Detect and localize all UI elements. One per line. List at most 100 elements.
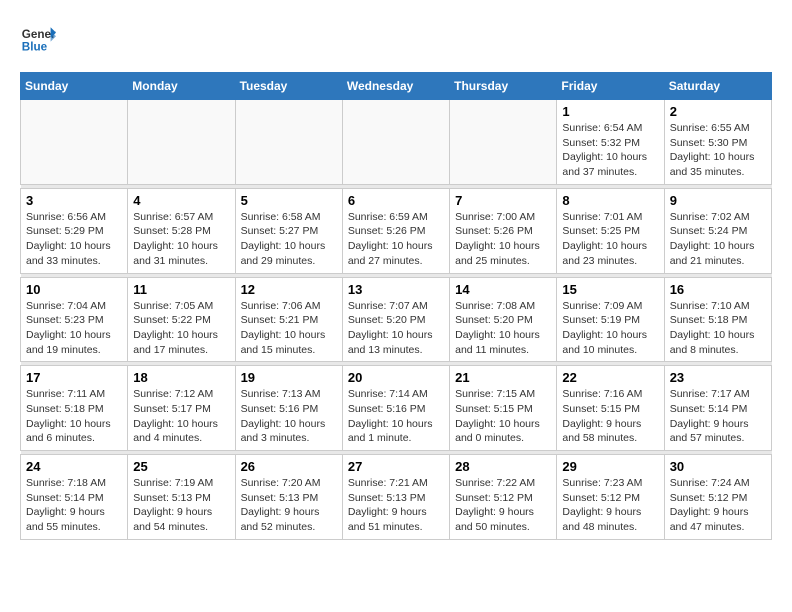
day-info: Sunrise: 7:12 AM Sunset: 5:17 PM Dayligh… <box>133 387 229 446</box>
table-row: 24 Sunrise: 7:18 AM Sunset: 5:14 PM Dayli… <box>21 455 128 540</box>
table-row: 12 Sunrise: 7:06 AM Sunset: 5:21 PM Dayli… <box>235 277 342 362</box>
svg-text:Blue: Blue <box>22 41 48 54</box>
day-number: 12 <box>241 282 337 297</box>
table-row <box>450 100 557 185</box>
calendar-header-row: SundayMondayTuesdayWednesdayThursdayFrid… <box>21 73 772 100</box>
day-info: Sunrise: 7:20 AM Sunset: 5:13 PM Dayligh… <box>241 476 337 535</box>
table-row: 19 Sunrise: 7:13 AM Sunset: 5:16 PM Dayli… <box>235 366 342 451</box>
day-info: Sunrise: 7:24 AM Sunset: 5:12 PM Dayligh… <box>670 476 766 535</box>
table-row <box>342 100 449 185</box>
day-info: Sunrise: 7:16 AM Sunset: 5:15 PM Dayligh… <box>562 387 658 446</box>
day-number: 4 <box>133 193 229 208</box>
table-row: 4 Sunrise: 6:57 AM Sunset: 5:28 PM Daylig… <box>128 188 235 273</box>
day-number: 7 <box>455 193 551 208</box>
calendar-header-thursday: Thursday <box>450 73 557 100</box>
day-number: 13 <box>348 282 444 297</box>
day-info: Sunrise: 7:14 AM Sunset: 5:16 PM Dayligh… <box>348 387 444 446</box>
table-row: 3Sunrise: 6:56 AM Sunset: 5:29 PM Daylig… <box>21 188 128 273</box>
day-number: 27 <box>348 459 444 474</box>
day-number: 24 <box>26 459 122 474</box>
day-number: 25 <box>133 459 229 474</box>
logo: General Blue <box>20 20 56 56</box>
day-info: Sunrise: 6:59 AM Sunset: 5:26 PM Dayligh… <box>348 210 444 269</box>
day-number: 15 <box>562 282 658 297</box>
table-row: 7 Sunrise: 7:00 AM Sunset: 5:26 PM Daylig… <box>450 188 557 273</box>
day-info: Sunrise: 7:17 AM Sunset: 5:14 PM Dayligh… <box>670 387 766 446</box>
day-number: 23 <box>670 370 766 385</box>
day-number: 28 <box>455 459 551 474</box>
day-info: Sunrise: 7:15 AM Sunset: 5:15 PM Dayligh… <box>455 387 551 446</box>
table-row: 11 Sunrise: 7:05 AM Sunset: 5:22 PM Dayli… <box>128 277 235 362</box>
table-row: 23 Sunrise: 7:17 AM Sunset: 5:14 PM Dayli… <box>664 366 771 451</box>
calendar-header-sunday: Sunday <box>21 73 128 100</box>
day-info: Sunrise: 7:04 AM Sunset: 5:23 PM Dayligh… <box>26 299 122 358</box>
day-number: 3 <box>26 193 122 208</box>
day-number: 22 <box>562 370 658 385</box>
day-info: Sunrise: 7:05 AM Sunset: 5:22 PM Dayligh… <box>133 299 229 358</box>
day-info: Sunrise: 7:02 AM Sunset: 5:24 PM Dayligh… <box>670 210 766 269</box>
table-row: 28 Sunrise: 7:22 AM Sunset: 5:12 PM Dayli… <box>450 455 557 540</box>
day-info: Sunrise: 7:19 AM Sunset: 5:13 PM Dayligh… <box>133 476 229 535</box>
page-header: General Blue <box>20 20 772 56</box>
day-info: Sunrise: 7:11 AM Sunset: 5:18 PM Dayligh… <box>26 387 122 446</box>
table-row: 26Sunrise: 7:20 AM Sunset: 5:13 PM Dayli… <box>235 455 342 540</box>
calendar-week-row: 3Sunrise: 6:56 AM Sunset: 5:29 PM Daylig… <box>21 188 772 273</box>
calendar-header-wednesday: Wednesday <box>342 73 449 100</box>
day-info: Sunrise: 7:23 AM Sunset: 5:12 PM Dayligh… <box>562 476 658 535</box>
table-row: 29 Sunrise: 7:23 AM Sunset: 5:12 PM Dayli… <box>557 455 664 540</box>
calendar-week-row: 10 Sunrise: 7:04 AM Sunset: 5:23 PM Dayli… <box>21 277 772 362</box>
calendar-week-row: 1 Sunrise: 6:54 AM Sunset: 5:32 PM Daylig… <box>21 100 772 185</box>
day-info: Sunrise: 7:07 AM Sunset: 5:20 PM Dayligh… <box>348 299 444 358</box>
day-number: 29 <box>562 459 658 474</box>
table-row: 1 Sunrise: 6:54 AM Sunset: 5:32 PM Daylig… <box>557 100 664 185</box>
day-info: Sunrise: 6:55 AM Sunset: 5:30 PM Dayligh… <box>670 121 766 180</box>
day-info: Sunrise: 6:54 AM Sunset: 5:32 PM Dayligh… <box>562 121 658 180</box>
table-row <box>128 100 235 185</box>
day-info: Sunrise: 7:01 AM Sunset: 5:25 PM Dayligh… <box>562 210 658 269</box>
day-number: 16 <box>670 282 766 297</box>
table-row: 14 Sunrise: 7:08 AM Sunset: 5:20 PM Dayli… <box>450 277 557 362</box>
day-info: Sunrise: 7:00 AM Sunset: 5:26 PM Dayligh… <box>455 210 551 269</box>
day-number: 8 <box>562 193 658 208</box>
day-info: Sunrise: 7:06 AM Sunset: 5:21 PM Dayligh… <box>241 299 337 358</box>
table-row <box>21 100 128 185</box>
day-info: Sunrise: 7:09 AM Sunset: 5:19 PM Dayligh… <box>562 299 658 358</box>
day-info: Sunrise: 7:21 AM Sunset: 5:13 PM Dayligh… <box>348 476 444 535</box>
table-row: 6 Sunrise: 6:59 AM Sunset: 5:26 PM Daylig… <box>342 188 449 273</box>
table-row: 5Sunrise: 6:58 AM Sunset: 5:27 PM Daylig… <box>235 188 342 273</box>
day-number: 19 <box>241 370 337 385</box>
logo-icon: General Blue <box>20 20 56 56</box>
table-row: 10 Sunrise: 7:04 AM Sunset: 5:23 PM Dayli… <box>21 277 128 362</box>
table-row: 15 Sunrise: 7:09 AM Sunset: 5:19 PM Dayli… <box>557 277 664 362</box>
calendar-header-monday: Monday <box>128 73 235 100</box>
table-row: 21 Sunrise: 7:15 AM Sunset: 5:15 PM Dayli… <box>450 366 557 451</box>
table-row: 22 Sunrise: 7:16 AM Sunset: 5:15 PM Dayli… <box>557 366 664 451</box>
day-number: 9 <box>670 193 766 208</box>
table-row <box>235 100 342 185</box>
day-number: 5 <box>241 193 337 208</box>
day-number: 17 <box>26 370 122 385</box>
calendar-header-friday: Friday <box>557 73 664 100</box>
day-number: 18 <box>133 370 229 385</box>
table-row: 20Sunrise: 7:14 AM Sunset: 5:16 PM Dayli… <box>342 366 449 451</box>
day-number: 2 <box>670 104 766 119</box>
table-row: 17 Sunrise: 7:11 AM Sunset: 5:18 PM Dayli… <box>21 366 128 451</box>
day-number: 21 <box>455 370 551 385</box>
day-info: Sunrise: 7:08 AM Sunset: 5:20 PM Dayligh… <box>455 299 551 358</box>
table-row: 27 Sunrise: 7:21 AM Sunset: 5:13 PM Dayli… <box>342 455 449 540</box>
table-row: 16 Sunrise: 7:10 AM Sunset: 5:18 PM Dayli… <box>664 277 771 362</box>
day-number: 11 <box>133 282 229 297</box>
day-info: Sunrise: 7:22 AM Sunset: 5:12 PM Dayligh… <box>455 476 551 535</box>
table-row: 13 Sunrise: 7:07 AM Sunset: 5:20 PM Dayli… <box>342 277 449 362</box>
day-info: Sunrise: 7:13 AM Sunset: 5:16 PM Dayligh… <box>241 387 337 446</box>
day-number: 14 <box>455 282 551 297</box>
calendar-table: SundayMondayTuesdayWednesdayThursdayFrid… <box>20 72 772 540</box>
day-number: 1 <box>562 104 658 119</box>
day-info: Sunrise: 7:18 AM Sunset: 5:14 PM Dayligh… <box>26 476 122 535</box>
day-number: 10 <box>26 282 122 297</box>
day-info: Sunrise: 6:57 AM Sunset: 5:28 PM Dayligh… <box>133 210 229 269</box>
day-info: Sunrise: 7:10 AM Sunset: 5:18 PM Dayligh… <box>670 299 766 358</box>
table-row: 9 Sunrise: 7:02 AM Sunset: 5:24 PM Daylig… <box>664 188 771 273</box>
day-number: 6 <box>348 193 444 208</box>
table-row: 18 Sunrise: 7:12 AM Sunset: 5:17 PM Dayli… <box>128 366 235 451</box>
